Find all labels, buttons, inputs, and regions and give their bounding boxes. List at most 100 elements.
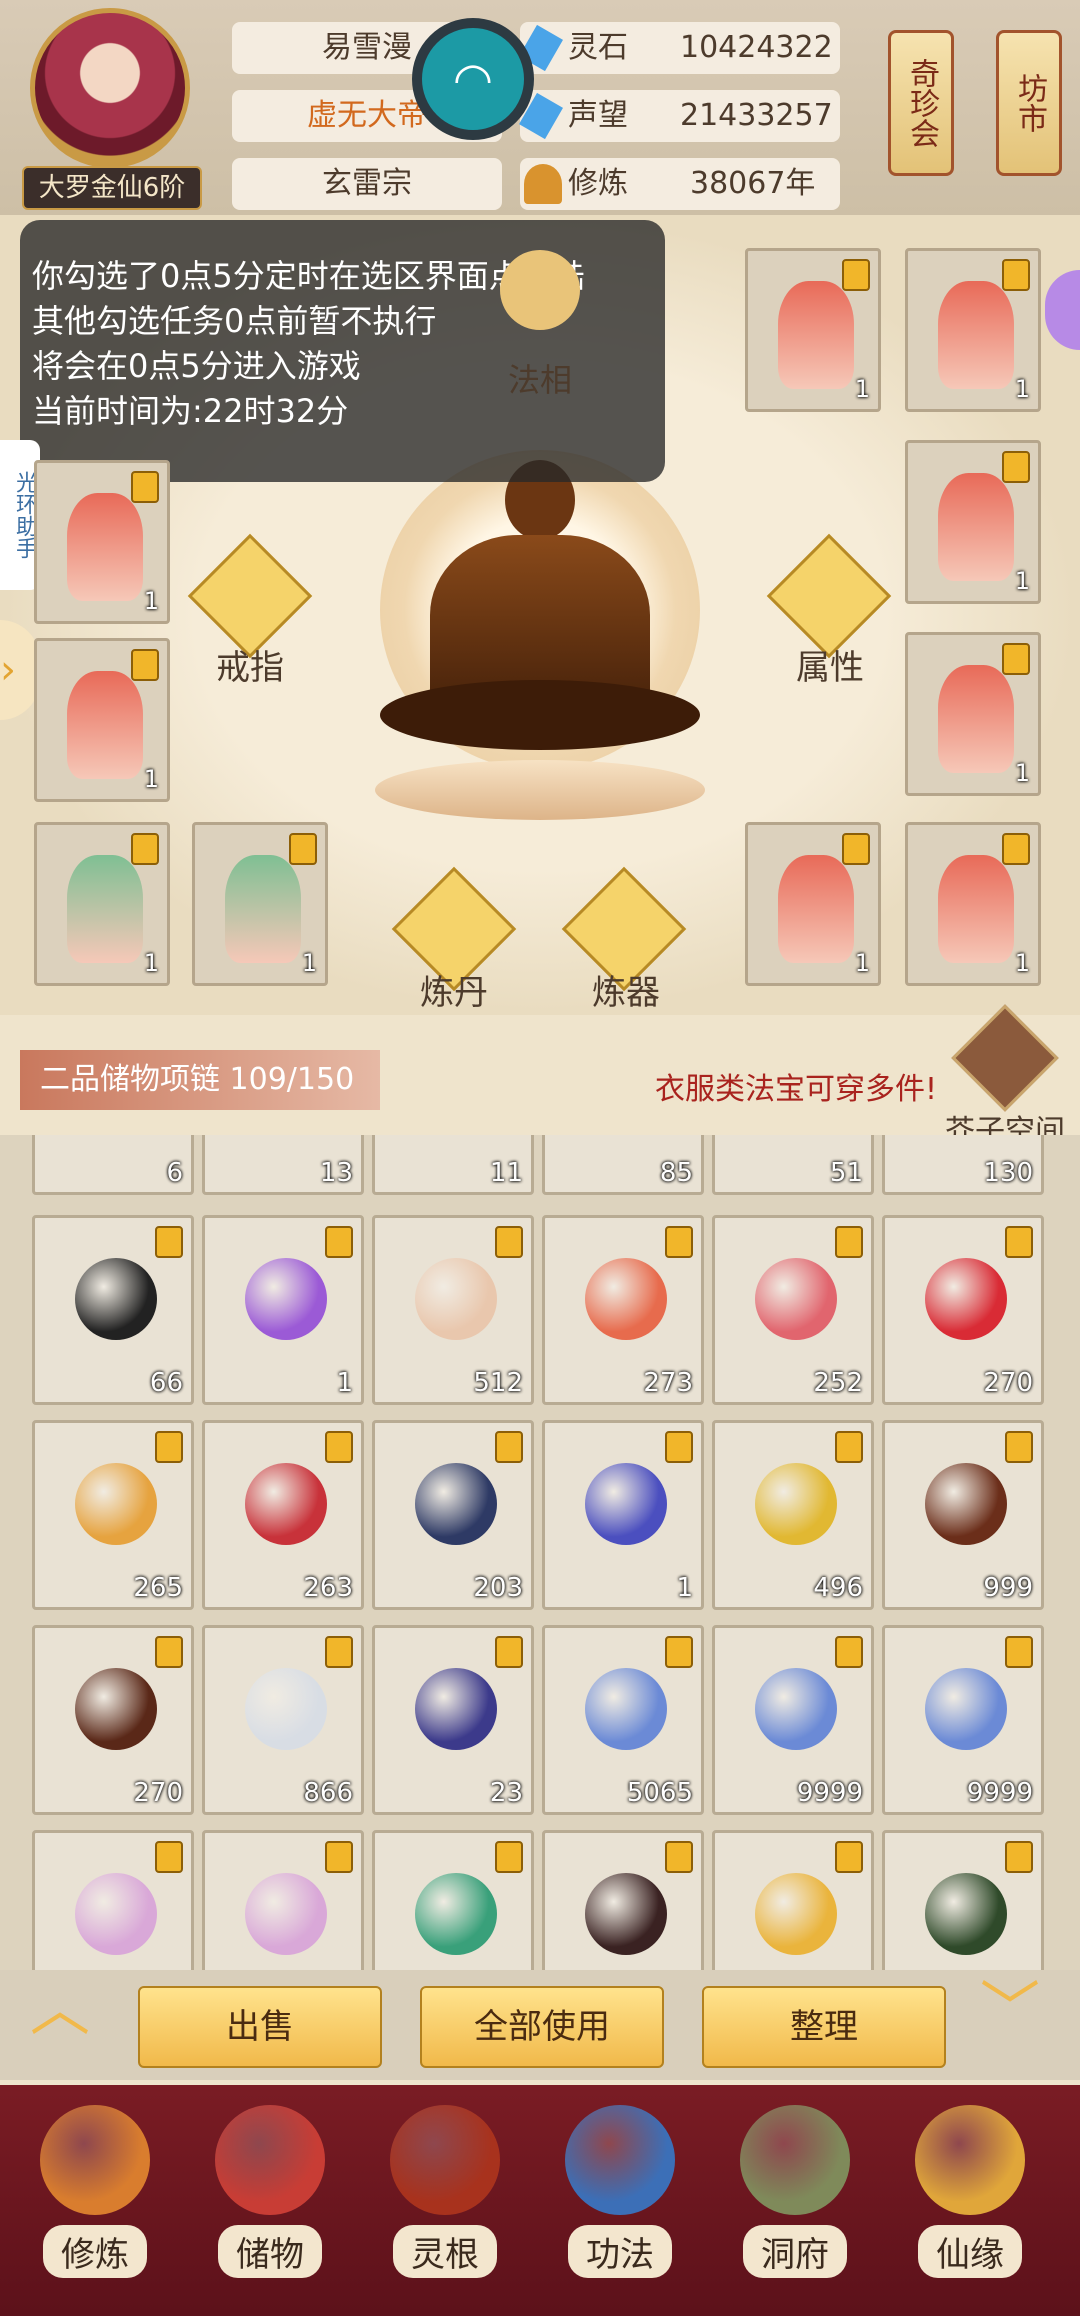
inventory-item[interactable]: [32, 1830, 194, 1970]
lock-icon: [325, 1431, 353, 1463]
inventory-item[interactable]: 66: [32, 1215, 194, 1405]
equipment-slot[interactable]: 1: [905, 440, 1041, 604]
stat-label: 修炼: [568, 166, 628, 201]
equipment-slot[interactable]: 1: [905, 248, 1041, 412]
meditating-figure: [380, 450, 700, 770]
scroll-down-icon[interactable]: ﹀: [980, 1980, 1050, 2040]
rank-badge: 大罗金仙6阶: [22, 166, 202, 210]
nav-item-technique-book[interactable]: 功法: [545, 2093, 695, 2303]
equipment-slot[interactable]: 1: [34, 638, 170, 802]
stat-value: 21433257: [680, 98, 833, 133]
jiezi-space-button[interactable]: 芥子空间: [945, 1004, 1065, 1149]
inventory-item[interactable]: 999: [882, 1420, 1044, 1610]
robe-icon: [67, 671, 143, 779]
lily-icon: [245, 1873, 327, 1955]
inventory-item[interactable]: 866: [202, 1625, 364, 1815]
equipment-slot[interactable]: 1: [745, 822, 881, 986]
item-count: 265: [133, 1573, 183, 1603]
scroll-up-icon[interactable]: ︿: [30, 1980, 100, 2040]
forge-label[interactable]: 炼器: [556, 965, 696, 1014]
nav-item-cultivate[interactable]: 修炼: [20, 2093, 170, 2303]
jiezi-space-icon: [951, 1004, 1059, 1112]
equipment-slot[interactable]: 1: [34, 460, 170, 624]
nav-label: 储物: [218, 2225, 322, 2278]
nav-item-spirit-root[interactable]: 灵根: [370, 2093, 520, 2303]
lock-icon: [495, 1431, 523, 1463]
inventory-item[interactable]: 6: [32, 1135, 194, 1195]
serpent-vine-icon: [925, 1668, 1007, 1750]
inventory-item[interactable]: 51: [712, 1135, 874, 1195]
inventory-item[interactable]: 130: [882, 1135, 1044, 1195]
lock-icon: [1005, 1636, 1033, 1668]
lock-icon: [495, 1226, 523, 1258]
item-count: 270: [133, 1778, 183, 1808]
equipment-slot[interactable]: 1: [905, 822, 1041, 986]
inventory-item[interactable]: [542, 1830, 704, 1970]
lotus-platform: [375, 760, 705, 820]
stat-row-reputation: 声望 21433257: [519, 90, 840, 142]
sell-button[interactable]: 出售: [138, 1986, 382, 2068]
inventory-item[interactable]: 270: [882, 1215, 1044, 1405]
inventory-item[interactable]: 85: [542, 1135, 704, 1195]
inventory-item[interactable]: 5065: [542, 1625, 704, 1815]
equipment-slot[interactable]: 1: [905, 632, 1041, 796]
inventory-item[interactable]: 13: [202, 1135, 364, 1195]
nav-item-gourd[interactable]: 仙缘: [895, 2093, 1045, 2303]
peach-icon: [585, 1258, 667, 1340]
wifi-icon[interactable]: ◠: [412, 18, 534, 140]
inventory-item[interactable]: 1: [542, 1420, 704, 1610]
inventory-item[interactable]: [372, 1830, 534, 1970]
equipment-slot[interactable]: 1: [192, 822, 328, 986]
equipment-slot[interactable]: 1: [34, 822, 170, 986]
inventory-item[interactable]: 496: [712, 1420, 874, 1610]
top-header: 大罗金仙6阶 易雪漫 虚无大帝 玄雷宗 灵石 10424322 声望 21433…: [0, 0, 1080, 215]
item-count: 273: [643, 1368, 693, 1398]
lock-icon: [289, 833, 317, 865]
use-all-button[interactable]: 全部使用: [420, 1986, 664, 2068]
serpent-vine-icon: [585, 1668, 667, 1750]
inventory-item[interactable]: 203: [372, 1420, 534, 1610]
equipment-slot[interactable]: 1: [745, 248, 881, 412]
stat-row-cultivation: 修炼 38067年: [520, 158, 840, 210]
item-count: 11: [489, 1158, 523, 1188]
inventory-item[interactable]: 273: [542, 1215, 704, 1405]
lock-icon: [155, 1841, 183, 1873]
item-count: 270: [983, 1368, 1033, 1398]
purple-crystal-icon: [245, 1258, 327, 1340]
item-count: 6: [166, 1158, 183, 1188]
lock-icon: [665, 1226, 693, 1258]
inventory-item[interactable]: 252: [712, 1215, 874, 1405]
player-avatar[interactable]: [30, 8, 190, 168]
inventory-item[interactable]: 263: [202, 1420, 364, 1610]
item-count: 51: [829, 1158, 863, 1188]
market-hanging-button[interactable]: 坊市: [996, 30, 1062, 176]
inventory-item[interactable]: [712, 1830, 874, 1970]
inventory-item[interactable]: 23: [372, 1625, 534, 1815]
lock-icon: [1002, 259, 1030, 291]
inventory-item[interactable]: 9999: [882, 1625, 1044, 1815]
item-count: 496: [813, 1573, 863, 1603]
slot-count: 1: [1014, 375, 1030, 403]
inventory-item[interactable]: 270: [32, 1625, 194, 1815]
ring-label[interactable]: 戒指: [180, 640, 320, 689]
attribute-label[interactable]: 属性: [760, 640, 900, 689]
faxiang-icon[interactable]: [500, 250, 580, 330]
faxiang-label[interactable]: 法相: [470, 355, 610, 401]
inventory-item[interactable]: [882, 1830, 1044, 1970]
sort-button[interactable]: 整理: [702, 1986, 946, 2068]
qizhen-hanging-button[interactable]: 奇珍会: [888, 30, 954, 176]
amber-crystal-icon: [755, 1873, 837, 1955]
inventory-item[interactable]: 265: [32, 1420, 194, 1610]
nav-item-cave-mansion[interactable]: 洞府: [720, 2093, 870, 2303]
inventory-item[interactable]: 1: [202, 1215, 364, 1405]
stat-label: 声望: [568, 98, 628, 133]
peacock-feather-icon: [415, 1873, 497, 1955]
inventory-item[interactable]: 512: [372, 1215, 534, 1405]
lock-icon: [665, 1636, 693, 1668]
inventory-item[interactable]: 11: [372, 1135, 534, 1195]
robe-icon: [778, 281, 854, 389]
nav-item-storage-bag[interactable]: 储物: [195, 2093, 345, 2303]
inventory-item[interactable]: 9999: [712, 1625, 874, 1815]
inventory-item[interactable]: [202, 1830, 364, 1970]
alchemy-label[interactable]: 炼丹: [384, 965, 524, 1014]
